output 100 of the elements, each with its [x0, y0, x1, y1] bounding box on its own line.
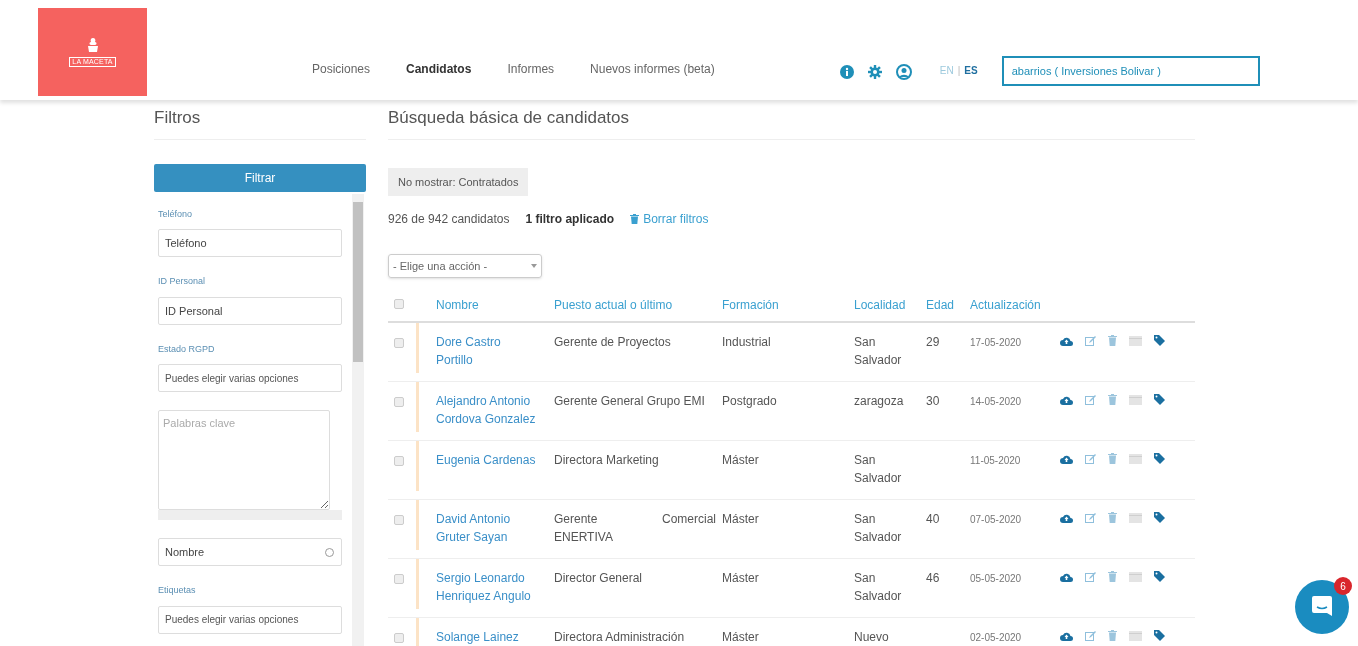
language-link[interactable]: ES [964, 63, 978, 78]
checkbox[interactable] [394, 456, 404, 466]
checkbox[interactable] [394, 338, 404, 348]
trash-icon[interactable] [1108, 394, 1117, 405]
language-separator: | [957, 64, 961, 78]
card-icon[interactable] [1129, 630, 1142, 641]
column-header[interactable]: Puesto actual o último [554, 297, 673, 312]
table-cell: Nuevo [854, 630, 889, 644]
field-label: ID Personal [158, 275, 207, 288]
table-cell: San Salvador [854, 335, 902, 367]
table-cell: Industrial [722, 335, 771, 349]
checkbox[interactable] [394, 515, 404, 525]
input-field[interactable]: Teléfono [158, 229, 342, 257]
filter-button[interactable]: Filtrar [154, 163, 366, 192]
field-label: Etiquetas [158, 584, 197, 597]
column-header[interactable]: Edad [926, 297, 955, 312]
table-cell-text: Directora Administración [554, 629, 686, 646]
cloud-upload-icon[interactable] [1060, 512, 1073, 523]
checkbox[interactable] [394, 574, 404, 584]
tag-icon[interactable] [1154, 394, 1165, 405]
table-cell: Máster [722, 512, 759, 526]
user-icon[interactable] [895, 64, 912, 80]
nav-link[interactable]: Nuevos informes (beta) [590, 60, 715, 78]
table-cell-text: Directora Marketing [554, 452, 660, 469]
table-cell: Máster [722, 571, 759, 585]
table-cell: 29 [926, 335, 940, 349]
row-status-bar [416, 559, 419, 609]
card-icon[interactable] [1129, 335, 1142, 346]
table-cell-text: Director General [554, 570, 644, 587]
column-header[interactable]: Nombre [436, 297, 479, 312]
info-icon[interactable] [839, 65, 854, 79]
card-icon[interactable] [1129, 394, 1142, 405]
card-icon[interactable] [1129, 453, 1142, 464]
row-status-bar [416, 441, 419, 491]
table-cell: 46 [926, 571, 940, 585]
trash-icon[interactable] [1108, 512, 1117, 523]
table-cell-text: Gerente General Grupo EMI [554, 393, 706, 410]
edit-icon[interactable] [1085, 453, 1096, 464]
keywords-field[interactable]: Palabras clave [158, 410, 330, 510]
tag-icon[interactable] [1154, 453, 1165, 464]
cloud-upload-icon[interactable] [1060, 335, 1073, 346]
trash-icon[interactable] [1108, 571, 1117, 582]
clear-filters-link[interactable]: Borrar filtros [630, 210, 709, 228]
table-cell: 05-05-2020 [970, 573, 1022, 584]
column-header[interactable]: Actualización [970, 297, 1041, 312]
trash-icon[interactable] [1108, 630, 1117, 641]
page-title: Búsqueda básica de candidatos [388, 100, 1195, 140]
result-count: 926 de 942 candidatos [388, 211, 510, 228]
field-label: Teléfono [158, 207, 194, 221]
edit-icon[interactable] [1085, 512, 1096, 523]
tag-icon[interactable] [1154, 630, 1165, 641]
edit-icon[interactable] [1085, 571, 1096, 582]
textarea-scrollbar[interactable] [158, 510, 342, 520]
table-cell: 17-05-2020 [970, 337, 1022, 348]
settings-icon[interactable] [867, 65, 882, 79]
cloud-upload-icon[interactable] [1060, 571, 1073, 582]
candidate-name-link[interactable]: David Antonio Gruter Sayan [436, 510, 536, 546]
multiselect-field[interactable]: Puedes elegir varias opciones [158, 605, 342, 634]
edit-icon[interactable] [1085, 630, 1096, 641]
cloud-upload-icon[interactable] [1060, 394, 1073, 405]
multiselect-field[interactable]: Puedes elegir varias opciones [158, 364, 342, 392]
candidate-name-link[interactable]: Sergio Leonardo Henriquez Angulo [436, 569, 536, 605]
checkbox[interactable] [394, 633, 404, 643]
action-select[interactable]: - Elige una acción - [388, 254, 542, 278]
edit-icon[interactable] [1085, 394, 1096, 405]
column-header[interactable]: Localidad [854, 297, 906, 312]
candidate-name-link[interactable]: Solange Lainez [436, 628, 536, 646]
tag-icon[interactable] [1154, 512, 1165, 523]
table-cell: Máster [722, 630, 759, 644]
scrollbar[interactable] [352, 193, 364, 646]
table-cell: San Salvador [854, 453, 902, 485]
card-icon[interactable] [1129, 512, 1142, 523]
nav-link[interactable]: Candidatos [406, 60, 472, 78]
card-icon[interactable] [1129, 571, 1142, 582]
candidate-name-link[interactable]: Eugenia Cardenas [436, 451, 536, 469]
filters-applied: 1 filtro aplicado [525, 211, 615, 228]
table-cell: 30 [926, 394, 940, 408]
cloud-upload-icon[interactable] [1060, 453, 1073, 464]
name-search-field[interactable]: Nombre [158, 538, 342, 566]
nav-link[interactable]: Informes [507, 60, 555, 78]
chat-button[interactable] [1295, 580, 1349, 634]
tag-icon[interactable] [1154, 571, 1165, 582]
tag-icon[interactable] [1154, 335, 1165, 346]
table-cell: 07-05-2020 [970, 514, 1022, 525]
checkbox[interactable] [394, 397, 404, 407]
nav-link[interactable]: Posiciones [312, 60, 371, 78]
table-cell: Máster [722, 453, 759, 467]
checkbox[interactable] [394, 298, 404, 309]
column-header[interactable]: Formación [722, 297, 779, 312]
candidate-name-link[interactable]: Dore Castro Portillo [436, 333, 536, 369]
candidate-name-link[interactable]: Alejandro Antonio Cordova Gonzalez [436, 392, 536, 428]
cloud-upload-icon[interactable] [1060, 630, 1073, 641]
trash-icon[interactable] [1108, 335, 1117, 346]
table-cell: 14-05-2020 [970, 396, 1022, 407]
input-field[interactable]: ID Personal [158, 296, 342, 325]
trash-icon[interactable] [1108, 453, 1117, 464]
caret-icon [531, 264, 537, 268]
row-status-bar [416, 500, 419, 550]
edit-icon[interactable] [1085, 335, 1096, 346]
account-field[interactable]: abarrios ( Inversiones Bolivar ) [1001, 56, 1260, 86]
